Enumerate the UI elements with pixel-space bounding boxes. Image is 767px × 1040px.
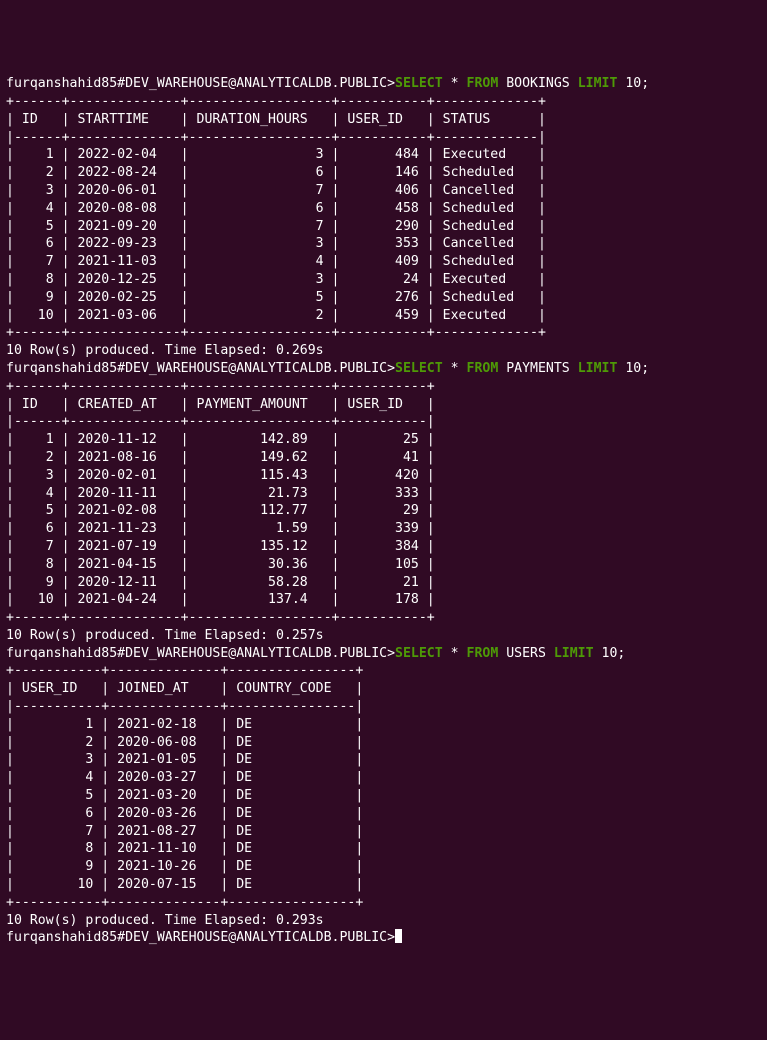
table-row: | 1 | 2022-02-04 | 3 | 484 | Executed | [6,147,546,162]
table-border: +------+--------------+-----------------… [6,325,546,340]
sql-from: FROM [467,361,499,376]
sql-from: FROM [467,76,499,91]
table-row: | 3 | 2021-01-05 | DE | [6,752,363,767]
sql-limit: LIMIT [554,646,594,661]
table-row: | 8 | 2020-12-25 | 3 | 24 | Executed | [6,272,546,287]
table-header: | ID | CREATED_AT | PAYMENT_AMOUNT | USE… [6,397,435,412]
table-row: | 6 | 2020-03-26 | DE | [6,806,363,821]
table-row: | 4 | 2020-11-11 | 21.73 | 333 | [6,486,435,501]
sql-limit: LIMIT [578,76,618,91]
table-row: | 9 | 2020-02-25 | 5 | 276 | Scheduled | [6,290,546,305]
table-row: | 1 | 2020-11-12 | 142.89 | 25 | [6,432,435,447]
result-footer: 10 Row(s) produced. Time Elapsed: 0.293s [6,913,324,928]
table-row: | 7 | 2021-08-27 | DE | [6,824,363,839]
table-row: | 3 | 2020-06-01 | 7 | 406 | Cancelled | [6,183,546,198]
table-border: |-----------+--------------+------------… [6,699,363,714]
table-row: | 6 | 2022-09-23 | 3 | 353 | Cancelled | [6,236,546,251]
table-border: +------+--------------+-----------------… [6,379,435,394]
table-border: +-----------+--------------+------------… [6,663,363,678]
table-border: +-----------+--------------+------------… [6,895,363,910]
sql-select: SELECT [395,76,443,91]
table-row: | 2 | 2022-08-24 | 6 | 146 | Scheduled | [6,165,546,180]
table-row: | 10 | 2021-03-06 | 2 | 459 | Executed | [6,308,546,323]
table-row: | 9 | 2020-12-11 | 58.28 | 21 | [6,575,435,590]
table-row: | 8 | 2021-11-10 | DE | [6,841,363,856]
table-row: | 3 | 2020-02-01 | 115.43 | 420 | [6,468,435,483]
table-row: | 4 | 2020-03-27 | DE | [6,770,363,785]
table-row: | 6 | 2021-11-23 | 1.59 | 339 | [6,521,435,536]
table-row: | 7 | 2021-07-19 | 135.12 | 384 | [6,539,435,554]
table-row: | 5 | 2021-09-20 | 7 | 290 | Scheduled | [6,219,546,234]
table-row: | 5 | 2021-03-20 | DE | [6,788,363,803]
table-row: | 10 | 2020-07-15 | DE | [6,877,363,892]
sql-select: SELECT [395,646,443,661]
shell-prompt: furqanshahid85#DEV_WAREHOUSE@ANALYTICALD… [6,76,395,91]
sql-limit: LIMIT [578,361,618,376]
table-row: | 2 | 2021-08-16 | 149.62 | 41 | [6,450,435,465]
table-border: |------+--------------+-----------------… [6,130,546,145]
terminal-output[interactable]: furqanshahid85#DEV_WAREHOUSE@ANALYTICALD… [6,75,761,947]
result-footer: 10 Row(s) produced. Time Elapsed: 0.269s [6,343,324,358]
table-row: | 5 | 2021-02-08 | 112.77 | 29 | [6,503,435,518]
sql-select: SELECT [395,361,443,376]
table-header: | ID | STARTTIME | DURATION_HOURS | USER… [6,112,546,127]
table-row: | 1 | 2021-02-18 | DE | [6,717,363,732]
table-row: | 7 | 2021-11-03 | 4 | 409 | Scheduled | [6,254,546,269]
result-footer: 10 Row(s) produced. Time Elapsed: 0.257s [6,628,324,643]
cursor [395,929,402,943]
table-row: | 2 | 2020-06-08 | DE | [6,735,363,750]
table-border: |------+--------------+-----------------… [6,414,435,429]
shell-prompt: furqanshahid85#DEV_WAREHOUSE@ANALYTICALD… [6,646,395,661]
table-border: +------+--------------+-----------------… [6,94,546,109]
table-header: | USER_ID | JOINED_AT | COUNTRY_CODE | [6,681,363,696]
shell-prompt: furqanshahid85#DEV_WAREHOUSE@ANALYTICALD… [6,930,395,945]
sql-from: FROM [467,646,499,661]
table-row: | 4 | 2020-08-08 | 6 | 458 | Scheduled | [6,201,546,216]
table-row: | 8 | 2021-04-15 | 30.36 | 105 | [6,557,435,572]
table-row: | 9 | 2021-10-26 | DE | [6,859,363,874]
table-border: +------+--------------+-----------------… [6,610,435,625]
table-row: | 10 | 2021-04-24 | 137.4 | 178 | [6,592,435,607]
shell-prompt: furqanshahid85#DEV_WAREHOUSE@ANALYTICALD… [6,361,395,376]
